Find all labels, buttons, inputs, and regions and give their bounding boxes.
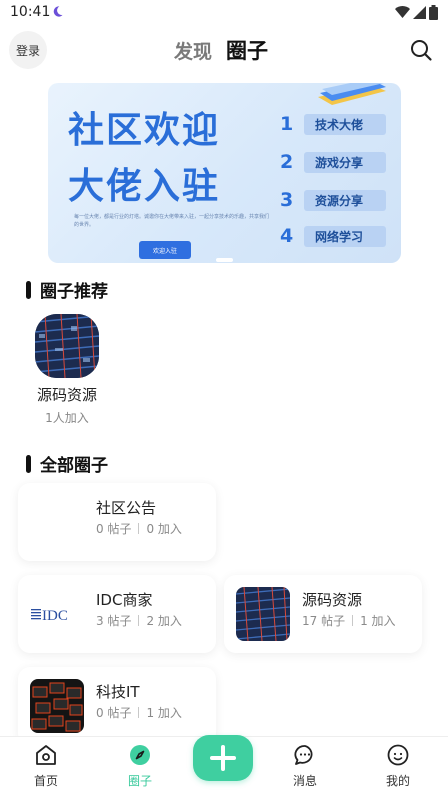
banner-headline-1: 社区欢迎 <box>68 109 221 151</box>
recommended-circle-card[interactable]: 源码资源 1人加入 <box>24 314 110 426</box>
circle-name: IDC商家 <box>96 591 153 609</box>
banner-feature-item: 3 资源分享 <box>280 189 390 211</box>
search-icon[interactable] <box>409 38 433 62</box>
nav-label: 首页 <box>33 774 58 788</box>
status-indicators <box>395 5 438 20</box>
add-post-button[interactable] <box>193 735 253 781</box>
circle-name: 科技IT <box>96 683 140 701</box>
banner-feature-label: 资源分享 <box>304 190 386 211</box>
banner-feature-item: 4 网络学习 <box>280 225 390 247</box>
banner-feature-item: 2 游戏分享 <box>280 151 390 173</box>
nav-item-circle[interactable]: 圈子 <box>110 743 170 789</box>
section-marker <box>26 454 31 473</box>
banner-feature-number: 4 <box>280 225 294 247</box>
banner-headline-2: 大佬入驻 <box>68 165 221 207</box>
circle-stats: 0 帖子 1 加入 <box>96 704 182 721</box>
tab-circle[interactable]: 圈子 <box>226 35 268 65</box>
nav-item-profile[interactable]: 我的 <box>368 743 428 789</box>
circle-stats: 3 帖子 2 加入 <box>96 612 182 629</box>
stats-divider <box>138 707 140 718</box>
circle-card-announcement[interactable]: 社区公告 0 帖子 0 加入 <box>18 483 216 561</box>
circle-join-count: 1 加入 <box>360 614 396 628</box>
stats-divider <box>352 615 354 626</box>
circle-name: 社区公告 <box>96 499 157 517</box>
smiley-icon <box>387 744 409 766</box>
circle-join-count: 0 加入 <box>146 522 182 536</box>
circle-stats: 0 帖子 0 加入 <box>96 520 182 537</box>
signal-icon <box>413 6 426 19</box>
tech-cubes-image <box>30 679 84 733</box>
city-thumbnail-image <box>236 587 290 641</box>
status-time: 10:41 <box>10 4 51 20</box>
banner-feature-label: 游戏分享 <box>304 152 386 173</box>
circle-card-source-code[interactable]: 源码资源 17 帖子 1 加入 <box>224 575 422 653</box>
banner-feature-number: 2 <box>280 151 294 173</box>
chat-bubble-icon <box>294 745 313 765</box>
banner-feature-item: 1 技术大佬 <box>280 113 390 135</box>
top-header: 登录 发现 圈子 <box>0 26 448 74</box>
promo-banner[interactable]: 社区欢迎 大佬入驻 每一位大佬，都是行业的灯塔。诚邀你在大佬带来入驻，一起分享技… <box>48 83 401 263</box>
nav-item-messages[interactable]: 消息 <box>275 743 335 789</box>
nav-item-home[interactable]: 首页 <box>16 743 76 789</box>
compass-icon <box>130 745 150 765</box>
nav-label: 消息 <box>292 774 317 788</box>
banner-feature-number: 3 <box>280 189 294 211</box>
circle-stats: 17 帖子 1 加入 <box>302 612 396 629</box>
status-bar: 10:41 <box>0 0 448 26</box>
banner-page-indicator <box>216 258 233 262</box>
home-icon <box>36 745 56 765</box>
banner-feature-number: 1 <box>280 113 294 135</box>
city-thumbnail-image <box>35 314 99 378</box>
battery-icon <box>429 5 438 20</box>
book-illustration <box>318 83 386 105</box>
circle-join-count: 1 加入 <box>146 706 182 720</box>
circle-card-tech-it[interactable]: 科技IT 0 帖子 1 加入 <box>18 667 216 745</box>
section-marker <box>26 280 31 299</box>
banner-cta-button[interactable]: 欢迎入驻 <box>139 241 191 259</box>
section-heading: 全部圈子 <box>40 456 108 476</box>
circle-post-count: 17 帖子 <box>302 614 346 628</box>
circle-join-count: 2 加入 <box>146 614 182 628</box>
circle-name: 源码资源 <box>302 591 363 609</box>
svg-text:IDC: IDC <box>42 608 68 624</box>
section-heading: 圈子推荐 <box>40 282 108 302</box>
circle-post-count: 3 帖子 <box>96 614 132 628</box>
tab-discover[interactable]: 发现 <box>174 37 212 64</box>
banner-feature-label: 网络学习 <box>304 226 386 247</box>
banner-feature-label: 技术大佬 <box>304 114 386 135</box>
nav-label: 圈子 <box>127 774 152 788</box>
bottom-navigation: 首页 圈子 消息 我的 <box>0 735 448 796</box>
login-button[interactable]: 登录 <box>9 31 47 69</box>
plus-icon <box>210 745 236 771</box>
stats-divider <box>138 523 140 534</box>
recommended-circle-members: 1人加入 <box>45 411 89 425</box>
circle-card-idc[interactable]: IDC IDC商家 3 帖子 2 加入 <box>18 575 216 653</box>
idc-logo: IDC <box>30 587 84 641</box>
stats-divider <box>138 615 140 626</box>
recommended-circle-name: 源码资源 <box>36 386 97 404</box>
do-not-disturb-icon <box>53 6 63 17</box>
all-circles-section-title: 全部圈子 <box>26 451 108 476</box>
nav-label: 我的 <box>385 774 410 788</box>
banner-description: 每一位大佬，都是行业的灯塔。诚邀你在大佬带来入驻，一起分享技术的乐趣，共享我们的… <box>74 214 270 228</box>
circle-post-count: 0 帖子 <box>96 522 132 536</box>
circle-post-count: 0 帖子 <box>96 706 132 720</box>
recommended-section-title: 圈子推荐 <box>26 277 108 302</box>
wifi-icon <box>395 6 410 18</box>
